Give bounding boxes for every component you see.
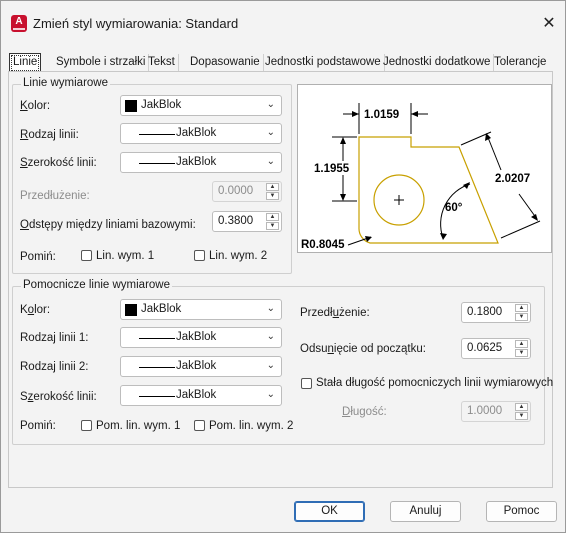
suppress-extline-2-checkbox[interactable] — [194, 420, 205, 431]
dim-extension-label: Przedłużenie: — [20, 190, 90, 202]
linetype-sample — [139, 367, 175, 368]
dim-color-label: Kolor: — [20, 100, 51, 112]
ext-suppress-label: Pomiń: — [20, 420, 56, 432]
dim-color-combo[interactable]: JakBlok ⌄ — [120, 95, 282, 116]
spin-up-icon[interactable]: ▲ — [266, 213, 279, 221]
tab-lines[interactable]: Linie — [9, 53, 42, 73]
dimension-style-dialog: A Zmień styl wymiarowania: Standard ✕ Li… — [0, 0, 566, 533]
dim-extension-spinner[interactable]: 0.0000 ▲ ▼ — [212, 181, 282, 202]
autocad-a-icon: A — [11, 15, 27, 32]
spin-up-icon[interactable]: ▲ — [515, 403, 528, 411]
lineweight-sample — [139, 396, 175, 397]
color-swatch — [125, 100, 137, 112]
ext-length-spinner[interactable]: 1.0000 ▲ ▼ — [461, 401, 531, 422]
fixed-length-label: Stała długość pomocniczych linii wymiaro… — [316, 377, 554, 389]
tab-primary-units[interactable]: Jednostki podstawowe — [262, 54, 385, 71]
window-title: Zmień styl wymiarowania: Standard — [33, 16, 239, 31]
baseline-spacing-spinner[interactable]: 0.3800 ▲ ▼ — [212, 211, 282, 232]
dim-text-angle: 60° — [445, 202, 463, 214]
spin-up-icon[interactable]: ▲ — [515, 340, 528, 348]
suppress-dimline-2-checkbox[interactable] — [194, 250, 205, 261]
part-outline — [358, 136, 499, 244]
group-title: Linie wymiarowe — [21, 77, 111, 89]
tab-tolerances[interactable]: Tolerancje — [491, 54, 549, 71]
spinner-value: 1.0000 — [467, 405, 503, 417]
ext-offset-label: Odsunięcie od początku: — [300, 343, 426, 355]
spin-down-icon[interactable]: ▼ — [515, 313, 528, 321]
dim-text-left: 1.1955 — [314, 163, 350, 175]
cancel-button[interactable]: Anuluj — [390, 501, 461, 522]
lineweight-sample — [139, 163, 175, 164]
spinner-value: 0.3800 — [218, 215, 254, 227]
linetype-sample — [139, 338, 175, 339]
spin-up-icon[interactable]: ▲ — [266, 183, 279, 191]
chevron-down-icon: ⌄ — [266, 331, 275, 342]
ext-linetype1-combo[interactable]: JakBlok ⌄ — [120, 327, 282, 348]
combo-value: JakBlok — [176, 360, 217, 372]
chevron-down-icon: ⌄ — [266, 303, 275, 314]
spinner-value: 0.0000 — [218, 185, 254, 197]
combo-value: JakBlok — [176, 127, 217, 139]
ext-lineweight-combo[interactable]: JakBlok ⌄ — [120, 385, 282, 406]
ok-button[interactable]: OK — [294, 501, 365, 522]
ext-linetype2-label: Rodzaj linii 2: — [20, 361, 89, 373]
suppress-extline-1-checkbox[interactable] — [81, 420, 92, 431]
chevron-down-icon: ⌄ — [266, 360, 275, 371]
dim-text-right: 2.0207 — [495, 173, 530, 185]
tab-text[interactable]: Tekst — [145, 54, 179, 71]
combo-value: JakBlok — [176, 156, 217, 168]
spin-up-icon[interactable]: ▲ — [515, 304, 528, 312]
ext-linetype1-label: Rodzaj linii 1: — [20, 332, 89, 344]
spin-down-icon[interactable]: ▼ — [266, 222, 279, 230]
tab-fit[interactable]: Dopasowanie — [187, 54, 264, 71]
ext-color-combo[interactable]: JakBlok ⌄ — [120, 299, 282, 320]
tab-alternate-units[interactable]: Jednostki dodatkowe — [380, 54, 495, 71]
spin-down-icon[interactable]: ▼ — [515, 412, 528, 420]
ext-offset-spinner[interactable]: 0.0625 ▲ ▼ — [461, 338, 531, 359]
combo-value: JakBlok — [141, 303, 182, 315]
ext-lineweight-label: Szerokość linii: — [20, 391, 97, 403]
spin-down-icon[interactable]: ▼ — [266, 192, 279, 200]
dim-text-radius: R0.8045 — [301, 239, 345, 251]
dim-lineweight-combo[interactable]: JakBlok ⌄ — [120, 152, 282, 173]
dim-linetype-label: Rodzaj linii: — [20, 129, 79, 141]
suppress-dimline-1-label: Lin. wym. 1 — [96, 250, 155, 262]
color-swatch — [125, 304, 137, 316]
spin-down-icon[interactable]: ▼ — [515, 349, 528, 357]
baseline-spacing-label: Odstępy między liniami bazowymi: — [20, 219, 196, 231]
suppress-dimline-2-label: Lin. wym. 2 — [209, 250, 268, 262]
suppress-extline-1-label: Pom. lin. wym. 1 — [96, 420, 181, 432]
spinner-value: 0.1800 — [467, 306, 503, 318]
dim-lineweight-label: Szerokość linii: — [20, 157, 97, 169]
combo-value: JakBlok — [141, 99, 182, 111]
help-button[interactable]: Pomoc — [486, 501, 557, 522]
combo-value: JakBlok — [176, 389, 217, 401]
tab-symbols-arrows[interactable]: Symbole i strzałki — [53, 54, 150, 71]
ext-length-label: Długość: — [342, 406, 387, 418]
suppress-extline-2-label: Pom. lin. wym. 2 — [209, 420, 294, 432]
dim-text-top: 1.0159 — [364, 109, 399, 121]
group-title: Pomocnicze linie wymiarowe — [21, 279, 172, 291]
linetype-sample — [139, 134, 175, 135]
ext-extend-label: Przedłużenie: — [300, 307, 370, 319]
ext-extend-spinner[interactable]: 0.1800 ▲ ▼ — [461, 302, 531, 323]
chevron-down-icon: ⌄ — [266, 389, 275, 400]
dim-linetype-combo[interactable]: JakBlok ⌄ — [120, 123, 282, 144]
ext-color-label: Kolor: — [20, 304, 51, 316]
combo-value: JakBlok — [176, 331, 217, 343]
chevron-down-icon: ⌄ — [266, 127, 275, 138]
preview-drawing: 1.0159 1.1955 2.0207 60° R0.8045 — [301, 103, 541, 251]
close-button[interactable]: ✕ — [535, 10, 563, 38]
fixed-length-checkbox[interactable] — [301, 378, 312, 389]
suppress-dimline-1-checkbox[interactable] — [81, 250, 92, 261]
dimension-preview: 1.0159 1.1955 2.0207 60° R0.8045 — [297, 84, 552, 253]
chevron-down-icon: ⌄ — [266, 99, 275, 110]
spinner-value: 0.0625 — [467, 342, 503, 354]
dim-suppress-label: Pomiń: — [20, 251, 56, 263]
chevron-down-icon: ⌄ — [266, 156, 275, 167]
title-bar: A Zmień styl wymiarowania: Standard ✕ — [1, 1, 565, 45]
ext-linetype2-combo[interactable]: JakBlok ⌄ — [120, 356, 282, 377]
